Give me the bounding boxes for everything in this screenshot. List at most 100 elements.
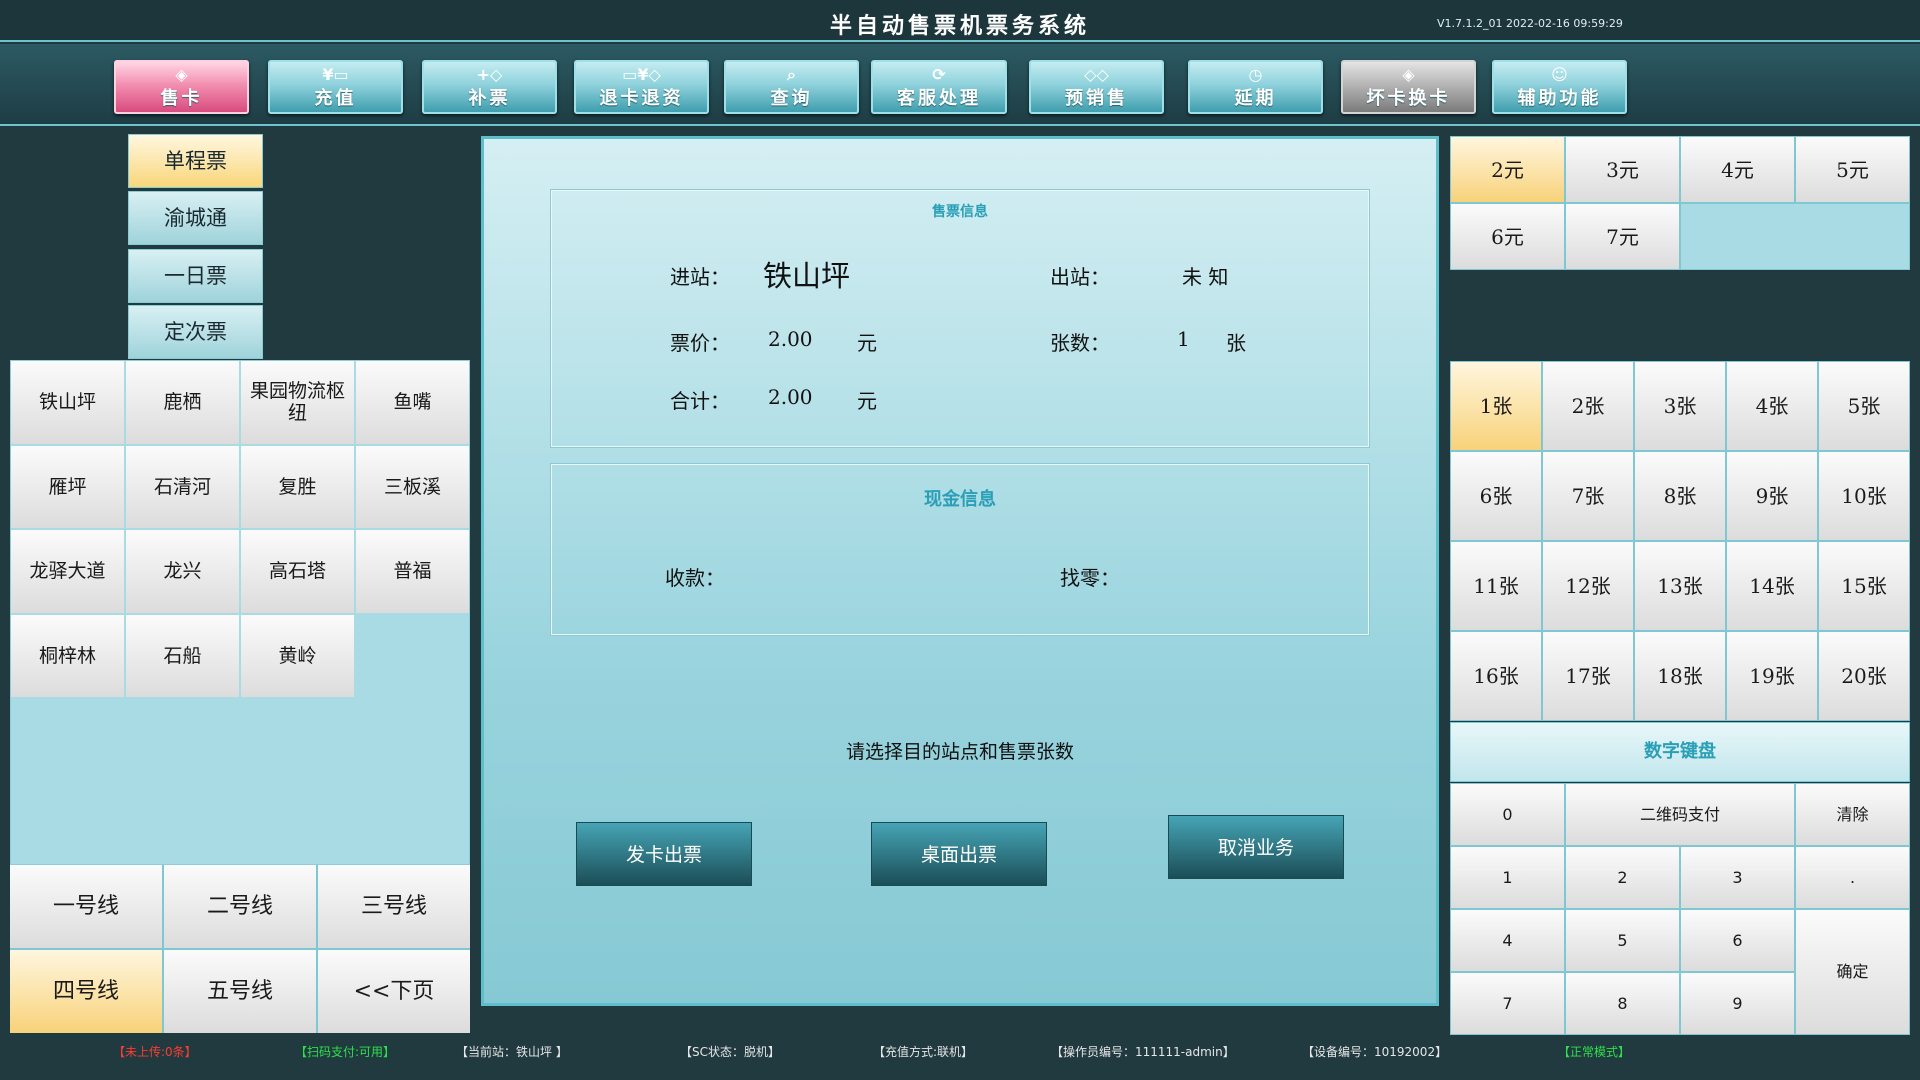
ticket-type-yuchengtong[interactable]: 渝城通: [128, 191, 263, 245]
quantity-button[interactable]: 20张: [1819, 632, 1909, 720]
instruction-prompt: 请选择目的站点和售票张数: [845, 741, 1074, 763]
line-button[interactable]: 五号线: [164, 950, 316, 1033]
recharge-button[interactable]: ¥▭ 充值: [268, 60, 403, 114]
price-button[interactable]: 3元: [1566, 137, 1679, 202]
supplement-ticket-button[interactable]: +◇ 补票: [422, 60, 557, 114]
price-button[interactable]: 5元: [1796, 137, 1909, 202]
quantity-button[interactable]: 9张: [1727, 452, 1817, 540]
confirm-button[interactable]: 确定: [1796, 910, 1909, 1034]
key-8[interactable]: 8: [1566, 973, 1679, 1034]
qr-pay-button[interactable]: 二维码支付: [1566, 784, 1794, 845]
desk-issue-button[interactable]: 桌面出票: [871, 822, 1047, 886]
price-value: 2.00: [768, 327, 813, 351]
presale-button[interactable]: ◇◇ 预销售: [1029, 60, 1164, 114]
extend-button[interactable]: ◷ 延期: [1188, 60, 1323, 114]
quantity-button[interactable]: 13张: [1635, 542, 1725, 630]
quantity-button[interactable]: 6张: [1451, 452, 1541, 540]
station-button[interactable]: 果园物流枢纽: [241, 361, 354, 444]
refund-icon: ▭¥◇: [622, 65, 661, 84]
station-button[interactable]: 石清河: [126, 445, 239, 528]
quantity-grid: 1张 2张 3张 4张 5张 6张 7张 8张 9张 10张 11张 12张 1…: [1450, 361, 1910, 721]
station-button[interactable]: 铁山坪: [11, 361, 124, 444]
quantity-button[interactable]: 14张: [1727, 542, 1817, 630]
sc-status: 【SC状态：脱机】: [680, 1045, 780, 1059]
title-bar: 半自动售票机票务系统 V1.7.1.2_01 2022-02-16 09:59:…: [0, 0, 1920, 42]
quantity-button[interactable]: 11张: [1451, 542, 1541, 630]
key-0[interactable]: 0: [1451, 784, 1564, 845]
price-label: 票价：: [670, 331, 730, 355]
price-button[interactable]: 4元: [1681, 137, 1794, 202]
line-button[interactable]: 三号线: [318, 865, 470, 948]
station-button[interactable]: 雁坪: [11, 445, 124, 528]
key-5[interactable]: 5: [1566, 910, 1679, 971]
quantity-button[interactable]: 4张: [1727, 362, 1817, 450]
device-status: 【设备编号：10192002】: [1302, 1045, 1448, 1059]
key-2[interactable]: 2: [1566, 847, 1679, 908]
station-button[interactable]: 黄岭: [241, 614, 354, 697]
quantity-button[interactable]: 17张: [1543, 632, 1633, 720]
query-button[interactable]: ⌕ 查询: [724, 60, 859, 114]
scan-pay-status: 【扫码支付:可用】: [295, 1045, 396, 1059]
exit-station-value: 未 知: [1182, 265, 1229, 289]
broken-card-icon: ◈: [1402, 65, 1415, 84]
replace-card-button[interactable]: ◈ 坏卡换卡: [1341, 60, 1476, 114]
app-title: 半自动售票机票务系统: [829, 14, 1090, 39]
change-label: 找零：: [1060, 566, 1120, 590]
station-button[interactable]: 复胜: [241, 445, 354, 528]
station-panel: 铁山坪 鹿栖 果园物流枢纽 鱼嘴 雁坪 石清河 复胜 三板溪 龙驿大道 龙兴 高…: [10, 360, 470, 865]
recharge-icon: ¥▭: [322, 65, 349, 84]
price-button[interactable]: 7元: [1566, 204, 1679, 269]
key-7[interactable]: 7: [1451, 973, 1564, 1034]
quantity-button[interactable]: 16张: [1451, 632, 1541, 720]
line-button[interactable]: 四号线: [10, 950, 162, 1033]
assist-button[interactable]: ☺ 辅助功能: [1492, 60, 1627, 114]
quantity-button[interactable]: 19张: [1727, 632, 1817, 720]
quantity-button[interactable]: 15张: [1819, 542, 1909, 630]
count-value: 1: [1177, 327, 1190, 351]
keypad-title: 数字键盘: [1450, 722, 1910, 782]
quantity-button[interactable]: 3张: [1635, 362, 1725, 450]
key-6[interactable]: 6: [1681, 910, 1794, 971]
quantity-button[interactable]: 7张: [1543, 452, 1633, 540]
quantity-button[interactable]: 18张: [1635, 632, 1725, 720]
quantity-button[interactable]: 12张: [1543, 542, 1633, 630]
quantity-button[interactable]: 5张: [1819, 362, 1909, 450]
key-3[interactable]: 3: [1681, 847, 1794, 908]
cancel-business-button[interactable]: 取消业务: [1168, 815, 1344, 879]
ticket-type-day-pass[interactable]: 一日票: [128, 249, 263, 303]
station-button[interactable]: 鱼嘴: [356, 361, 469, 444]
station-button[interactable]: 普福: [356, 530, 469, 613]
transaction-panel: 售票信息 进站： 铁山坪 出站： 未 知 票价： 2.00 元 张数： 1 张 …: [481, 136, 1439, 1006]
operator-status: 【操作员编号：111111-admin】: [1051, 1045, 1235, 1059]
station-button[interactable]: 桐梓林: [11, 614, 124, 697]
customer-service-button[interactable]: ⟳ 客服处理: [871, 60, 1007, 114]
key-1[interactable]: 1: [1451, 847, 1564, 908]
price-button[interactable]: 6元: [1451, 204, 1564, 269]
next-page-button[interactable]: <<下页: [318, 950, 470, 1033]
total-label: 合计：: [670, 389, 730, 413]
station-button[interactable]: 石船: [126, 614, 239, 697]
station-button[interactable]: 三板溪: [356, 445, 469, 528]
key-dot[interactable]: .: [1796, 847, 1909, 908]
key-9[interactable]: 9: [1681, 973, 1794, 1034]
ticket-type-counted[interactable]: 定次票: [128, 305, 263, 359]
issue-card-button[interactable]: 发卡出票: [576, 822, 752, 886]
refund-button[interactable]: ▭¥◇ 退卡退资: [574, 60, 709, 114]
quantity-button[interactable]: 1张: [1451, 362, 1541, 450]
price-button[interactable]: 2元: [1451, 137, 1564, 202]
quantity-button[interactable]: 8张: [1635, 452, 1725, 540]
key-4[interactable]: 4: [1451, 910, 1564, 971]
ticketing-app: 半自动售票机票务系统 V1.7.1.2_01 2022-02-16 09:59:…: [0, 0, 1920, 1080]
quantity-button[interactable]: 10张: [1819, 452, 1909, 540]
sell-card-button[interactable]: ◈ 售卡: [114, 60, 249, 114]
line-button[interactable]: 二号线: [164, 865, 316, 948]
upload-status: 【未上传:0条】: [113, 1045, 197, 1059]
station-button[interactable]: 高石塔: [241, 530, 354, 613]
clear-button[interactable]: 清除: [1796, 784, 1909, 845]
station-button[interactable]: 鹿栖: [126, 361, 239, 444]
ticket-type-single[interactable]: 单程票: [128, 134, 263, 188]
quantity-button[interactable]: 2张: [1543, 362, 1633, 450]
station-button[interactable]: 龙驿大道: [11, 530, 124, 613]
station-button[interactable]: 龙兴: [126, 530, 239, 613]
line-button[interactable]: 一号线: [10, 865, 162, 948]
